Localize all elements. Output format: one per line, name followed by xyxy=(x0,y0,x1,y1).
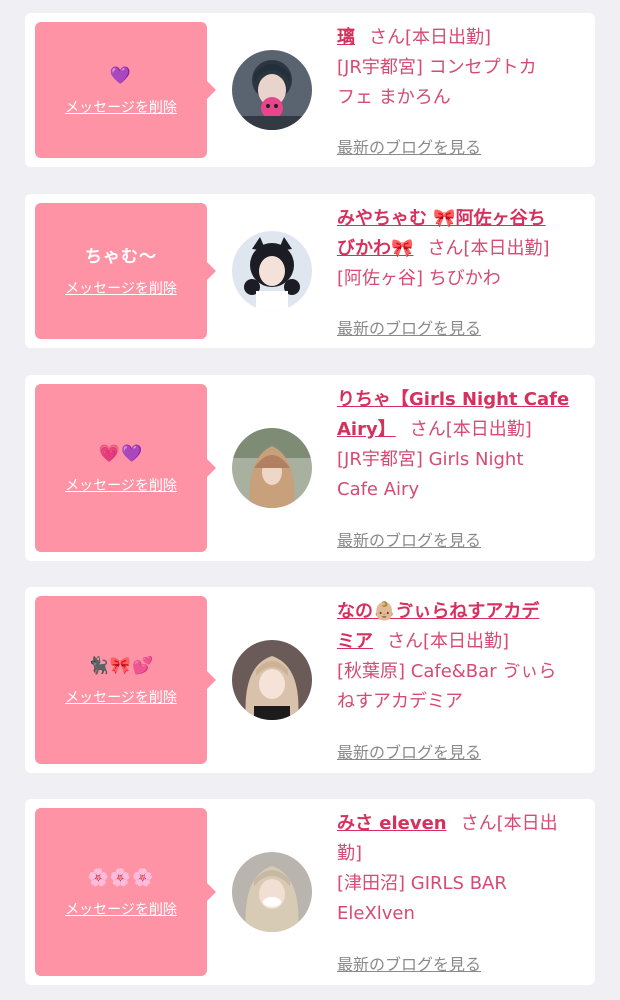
shop-line: [阿佐ヶ谷] ちびかわ xyxy=(337,268,501,289)
shop-line: ねすアカデミア xyxy=(337,691,463,712)
cast-name-link[interactable]: みさ eleven xyxy=(337,813,447,834)
shop-line: [JR宇都宮] コンセプトカ xyxy=(337,57,537,78)
latest-blog-link[interactable]: 最新のブログを見る xyxy=(337,134,481,158)
avatar[interactable] xyxy=(232,428,312,508)
cast-name-link[interactable]: 璃 xyxy=(337,27,355,48)
message-card: 🐈‍⬛🎀💕 メッセージを削除 なの👶🏼ゔぃらねすアカデ ミア さん[本日出勤] [… xyxy=(25,587,595,773)
status-tag: [本日出勤] xyxy=(423,631,510,652)
latest-blog-link[interactable]: 最新のブログを見る xyxy=(337,527,481,551)
delete-message-link[interactable]: メッセージを削除 xyxy=(65,475,177,495)
honorific: さん xyxy=(409,419,446,440)
honorific: さん xyxy=(369,27,405,48)
shop-line: [津田沼] GIRLS BAR xyxy=(337,873,507,894)
honorific: さん xyxy=(387,631,423,652)
delete-message-link[interactable]: メッセージを削除 xyxy=(65,278,177,298)
cast-info: なの👶🏼ゔぃらねすアカデ ミア さん[本日出勤] [秋葉原] Cafe&Bar ゔ… xyxy=(337,597,587,717)
message-text: ちゃむ〜 xyxy=(85,247,157,267)
latest-blog-link[interactable]: 最新のブログを見る xyxy=(337,951,481,975)
message-text: 💗💜 xyxy=(98,444,144,464)
shop-line: Cafe Airy xyxy=(337,479,420,500)
honorific: さん xyxy=(460,813,497,834)
delete-message-link[interactable]: メッセージを削除 xyxy=(65,687,177,707)
latest-blog-link[interactable]: 最新のブログを見る xyxy=(337,739,481,763)
message-card: ちゃむ〜 メッセージを削除 みやちゃむ 🎀阿佐ヶ谷ち びかわ🎀 さん[本日出勤] … xyxy=(25,194,595,348)
cast-name-link[interactable]: なの👶🏼ゔぃらねすアカデ xyxy=(337,597,587,627)
status-tag: [本日出 xyxy=(496,813,558,834)
cast-info: みさ eleven さん[本日出 勤] [津田沼] GIRLS BAR EleXl… xyxy=(337,809,587,929)
shop-line: フェ まかろん xyxy=(337,87,451,108)
honorific: さん xyxy=(427,238,464,259)
status-tag: [本日出勤] xyxy=(463,238,550,259)
avatar[interactable] xyxy=(232,852,312,932)
cast-info: 璃さん[本日出勤] [JR宇都宮] コンセプトカ フェ まかろん xyxy=(337,23,587,113)
status-tag: 勤] xyxy=(337,843,363,864)
avatar[interactable] xyxy=(232,640,312,720)
message-text: 🌸🌸🌸 xyxy=(87,868,155,888)
avatar[interactable] xyxy=(232,50,312,130)
latest-blog-link[interactable]: 最新のブログを見る xyxy=(337,315,481,339)
cast-info: りちゃ【Girls Night Cafe Airy】 さん[本日出勤] [JR宇都… xyxy=(337,385,587,505)
message-card: 💜 メッセージを削除 璃さん[本日出勤] [JR宇都宮] コンセプトカ フェ ま… xyxy=(25,13,595,167)
message-bubble: 🐈‍⬛🎀💕 メッセージを削除 xyxy=(35,596,216,764)
status-tag: [本日出勤] xyxy=(445,419,532,440)
cast-name-link[interactable]: Airy】 xyxy=(337,419,396,440)
message-bubble: 💜 メッセージを削除 xyxy=(35,22,216,158)
message-card: 🌸🌸🌸 メッセージを削除 みさ eleven さん[本日出 勤] [津田沼] GI… xyxy=(25,799,595,985)
message-text: 💜 xyxy=(109,66,133,86)
shop-line: EleXlven xyxy=(337,903,415,924)
message-bubble: 💗💜 メッセージを削除 xyxy=(35,384,216,552)
shop-line: [秋葉原] Cafe&Bar ゔぃら xyxy=(337,661,557,682)
avatar[interactable] xyxy=(232,231,312,311)
shop-line: [JR宇都宮] Girls Night xyxy=(337,449,524,470)
message-list: 💜 メッセージを削除 璃さん[本日出勤] [JR宇都宮] コンセプトカ フェ ま… xyxy=(0,0,620,1000)
cast-name-link[interactable]: ミア xyxy=(337,631,373,652)
message-card: 💗💜 メッセージを削除 りちゃ【Girls Night Cafe Airy】 さん… xyxy=(25,375,595,561)
status-tag: [本日出勤] xyxy=(405,27,492,48)
delete-message-link[interactable]: メッセージを削除 xyxy=(65,97,177,117)
cast-name-link[interactable]: りちゃ【Girls Night Cafe xyxy=(337,385,587,415)
cast-name-link[interactable]: びかわ🎀 xyxy=(337,238,413,259)
cast-name-link[interactable]: みやちゃむ 🎀阿佐ヶ谷ち xyxy=(337,204,587,234)
message-bubble: ちゃむ〜 メッセージを削除 xyxy=(35,203,216,339)
message-text: 🐈‍⬛🎀💕 xyxy=(87,656,155,676)
cast-info: みやちゃむ 🎀阿佐ヶ谷ち びかわ🎀 さん[本日出勤] [阿佐ヶ谷] ちびかわ xyxy=(337,204,587,294)
delete-message-link[interactable]: メッセージを削除 xyxy=(65,899,177,919)
message-bubble: 🌸🌸🌸 メッセージを削除 xyxy=(35,808,216,976)
